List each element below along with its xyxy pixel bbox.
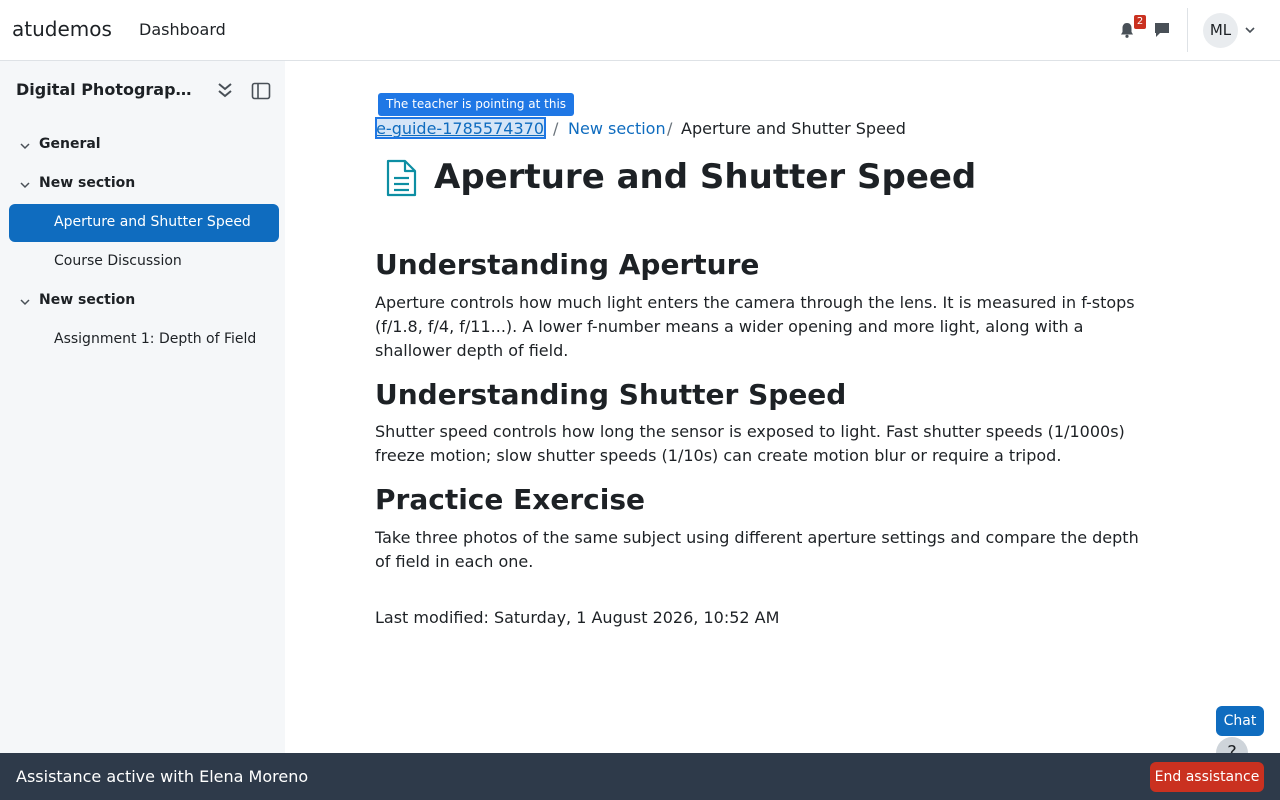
section-general[interactable]: General xyxy=(0,134,285,158)
activity-label: Aperture and Shutter Speed xyxy=(54,214,251,230)
chat-button[interactable]: Chat xyxy=(1216,706,1264,736)
chevron-down-icon xyxy=(20,299,30,306)
teacher-pointer-tooltip: The teacher is pointing at this xyxy=(378,93,575,116)
breadcrumb-separator: / xyxy=(667,119,673,138)
section-heading-aperture: Understanding Aperture xyxy=(375,248,760,281)
activity-label: Assignment 1: Depth of Field xyxy=(54,331,257,347)
section-label: New section xyxy=(39,175,136,191)
section-text-practice: Take three photos of the same subject us… xyxy=(375,528,1139,571)
sidebar-item-course-discussion[interactable]: Course Discussion xyxy=(9,243,279,281)
section-new-section[interactable]: New section xyxy=(0,173,285,197)
site-brand[interactable]: atudemos xyxy=(12,17,112,41)
page-document-icon xyxy=(386,159,417,197)
course-index-drawer: Digital Photography ... General New sect… xyxy=(0,61,285,753)
user-avatar[interactable]: ML xyxy=(1203,13,1238,48)
sidebar-item-assignment-1[interactable]: Assignment 1: Depth of Field xyxy=(9,321,279,359)
section-new-section-2[interactable]: New section xyxy=(0,290,285,314)
breadcrumb-current: Aperture and Shutter Speed xyxy=(681,119,906,138)
sidebar-item-aperture-and-shutter-speed[interactable]: Aperture and Shutter Speed xyxy=(9,204,279,242)
assistance-status-bar: Assistance active with Elena Moreno End … xyxy=(0,753,1280,800)
section-heading-shutter-speed: Understanding Shutter Speed xyxy=(375,378,847,411)
section-label: New section xyxy=(39,292,136,308)
nav-link-dashboard[interactable]: Dashboard xyxy=(139,20,226,39)
collapse-all-icon[interactable] xyxy=(216,81,234,99)
notification-count-badge: 2 xyxy=(1134,15,1146,29)
breadcrumb-separator: / xyxy=(553,119,559,138)
messages-icon[interactable] xyxy=(1153,21,1171,39)
end-assistance-button[interactable]: End assistance xyxy=(1150,762,1264,792)
chevron-down-icon xyxy=(20,182,30,189)
last-modified-text: Last modified: Saturday, 1 August 2026, … xyxy=(375,608,780,627)
section-label: General xyxy=(39,136,101,152)
activity-label: Course Discussion xyxy=(54,253,182,269)
top-navbar: atudemos Dashboard 2 ML xyxy=(0,0,1280,61)
breadcrumb-course-text: e2e-guide-1785574370 xyxy=(376,119,544,138)
close-drawer-icon[interactable] xyxy=(251,82,271,100)
navbar-divider xyxy=(1187,8,1188,52)
page-title: Aperture and Shutter Speed xyxy=(434,157,977,197)
chevron-down-icon xyxy=(20,143,30,150)
course-title[interactable]: Digital Photography ... xyxy=(16,80,201,99)
breadcrumb-course-link[interactable]: e2e-guide-1785574370 xyxy=(375,117,546,139)
section-heading-practice: Practice Exercise xyxy=(375,483,645,516)
section-text-aperture: Aperture controls how much light enters … xyxy=(375,293,1135,360)
user-menu-chevron-down-icon[interactable] xyxy=(1244,24,1256,36)
assistance-status-text: Assistance active with Elena Moreno xyxy=(16,767,309,786)
breadcrumb-section-link[interactable]: New section xyxy=(568,119,666,138)
section-text-shutter-speed: Shutter speed controls how long the sens… xyxy=(375,422,1125,465)
